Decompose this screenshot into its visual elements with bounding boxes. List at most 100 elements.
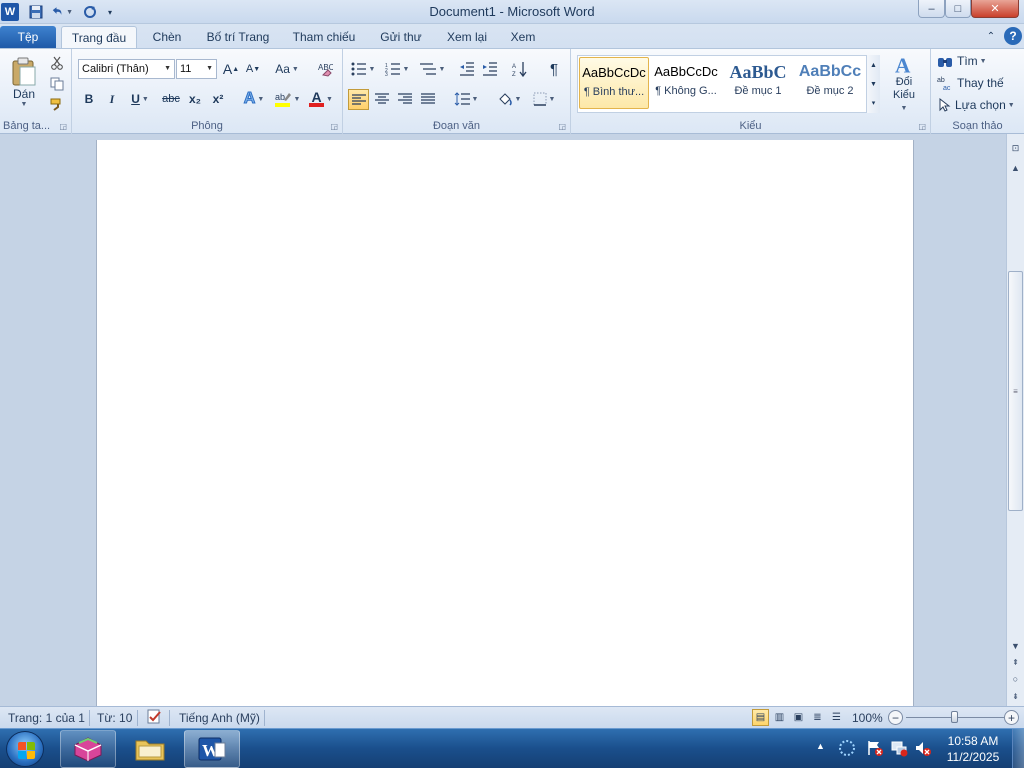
styles-scroll: ▲ ▼ ▾ bbox=[866, 55, 880, 113]
show-hidden-icons-icon[interactable]: ▲ bbox=[816, 741, 825, 751]
minimize-ribbon-icon[interactable]: ⌃ bbox=[982, 26, 1000, 48]
strikethrough-button[interactable]: abc bbox=[160, 89, 182, 109]
system-clock[interactable]: 10:58 AM 11/2/2025 bbox=[938, 733, 1008, 765]
align-center-icon[interactable] bbox=[372, 89, 392, 109]
paste-button[interactable]: Dán ▼ bbox=[6, 53, 42, 111]
tab-references[interactable]: Tham chiếu bbox=[286, 26, 362, 48]
scroll-down-icon[interactable]: ▼ bbox=[1007, 638, 1024, 654]
action-center-icon[interactable] bbox=[866, 739, 884, 760]
gallery-up-icon[interactable]: ▲ bbox=[867, 56, 880, 74]
network-status-icon[interactable] bbox=[838, 739, 856, 760]
draft-view-icon[interactable]: ☰ bbox=[828, 709, 845, 726]
style-name: Đề mục 2 bbox=[806, 85, 854, 97]
print-layout-view-icon[interactable]: ▤ bbox=[752, 709, 769, 726]
show-formatting-marks-button[interactable]: ¶ bbox=[544, 59, 564, 79]
font-color-icon: A bbox=[309, 90, 325, 107]
document-page[interactable] bbox=[96, 140, 914, 706]
cut-icon[interactable] bbox=[48, 53, 66, 73]
sort-icon[interactable]: AZ bbox=[510, 59, 530, 79]
full-screen-reading-view-icon[interactable]: ▥ bbox=[771, 709, 788, 726]
zoom-slider-thumb[interactable] bbox=[951, 711, 958, 723]
proofing-icon[interactable] bbox=[146, 709, 164, 728]
change-styles-button[interactable]: A Đổi Kiểu ▼ bbox=[885, 53, 923, 115]
align-right-icon[interactable] bbox=[395, 89, 415, 109]
shading-button[interactable]: ▼ bbox=[494, 89, 524, 109]
language[interactable]: Tiếng Anh (Mỹ) bbox=[179, 711, 260, 725]
close-button[interactable]: ✕ bbox=[971, 0, 1019, 18]
format-painter-icon[interactable] bbox=[48, 95, 66, 115]
numbering-button[interactable]: 1 2 3 ▼ bbox=[382, 59, 412, 79]
font-name-combo[interactable]: Calibri (Thân) ▼ bbox=[78, 59, 175, 79]
style-normal[interactable]: AaBbCcDc ¶ Bình thư... bbox=[579, 57, 649, 109]
previous-page-icon[interactable]: ⇞ bbox=[1007, 654, 1024, 670]
maximize-button[interactable]: □ bbox=[945, 0, 971, 18]
multilevel-list-button[interactable]: ▼ bbox=[417, 59, 447, 79]
start-button[interactable] bbox=[6, 731, 44, 767]
zoom-in-icon[interactable]: + bbox=[1004, 710, 1019, 725]
maximize-icon: □ bbox=[954, 2, 962, 15]
increase-indent-icon[interactable] bbox=[480, 59, 500, 79]
borders-button[interactable]: ▼ bbox=[529, 89, 559, 109]
shrink-font-button[interactable]: A ▼ bbox=[244, 59, 262, 79]
volume-icon[interactable] bbox=[914, 739, 932, 760]
italic-button[interactable]: I bbox=[103, 89, 121, 109]
taskbar-app-button[interactable] bbox=[60, 730, 116, 768]
gallery-more-icon[interactable]: ▾ bbox=[867, 94, 880, 112]
tab-insert[interactable]: Chèn bbox=[143, 26, 191, 48]
text-effects-button[interactable]: A ▼ bbox=[240, 89, 268, 109]
tab-mailings[interactable]: Gửi thư bbox=[372, 26, 430, 48]
zoom-out-icon[interactable]: − bbox=[888, 710, 903, 725]
tab-review[interactable]: Xem lại bbox=[440, 26, 494, 48]
justify-icon[interactable] bbox=[418, 89, 438, 109]
page-count[interactable]: Trang: 1 của 1 bbox=[8, 711, 85, 725]
tab-file[interactable]: Tệp bbox=[0, 26, 56, 48]
minimize-button[interactable]: – bbox=[918, 0, 945, 18]
bullets-button[interactable]: ▼ bbox=[349, 59, 377, 79]
web-layout-view-icon[interactable]: ▣ bbox=[790, 709, 807, 726]
bold-button[interactable]: B bbox=[80, 89, 98, 109]
select-browse-object-icon[interactable]: ○ bbox=[1007, 671, 1024, 687]
show-desktop-button[interactable] bbox=[1012, 729, 1024, 768]
replace-button[interactable]: ab ac Thay thế bbox=[937, 73, 1019, 93]
superscript-button[interactable]: x² bbox=[209, 89, 227, 109]
next-page-icon[interactable]: ⇟ bbox=[1007, 688, 1024, 704]
style-heading-2[interactable]: AaBbCc Đề mục 2 bbox=[795, 57, 865, 109]
line-spacing-button[interactable]: ▼ bbox=[451, 89, 481, 109]
highlight-button[interactable]: ab ▼ bbox=[272, 89, 302, 109]
ruler-toggle-icon[interactable]: ⊡ bbox=[1007, 140, 1024, 156]
network-icon[interactable] bbox=[890, 739, 908, 760]
outline-view-icon[interactable]: ≣ bbox=[809, 709, 826, 726]
clipboard-launcher-icon[interactable]: ◲ bbox=[59, 122, 67, 131]
paragraph-launcher-icon[interactable]: ◲ bbox=[558, 122, 566, 131]
subscript-button[interactable]: x₂ bbox=[186, 89, 204, 109]
font-size-combo[interactable]: 11 ▼ bbox=[176, 59, 217, 79]
underline-button[interactable]: U ▼ bbox=[126, 89, 154, 109]
taskbar-explorer-button[interactable] bbox=[122, 730, 178, 768]
style-no-spacing[interactable]: AaBbCcDc ¶ Không G... bbox=[651, 57, 721, 109]
tab-page-layout[interactable]: Bố trí Trang bbox=[199, 26, 277, 48]
font-color-button[interactable]: A ▼ bbox=[306, 89, 336, 109]
vertical-scrollbar[interactable]: ⊡ ▲ ≡ ▼ ⇞ ○ ⇟ bbox=[1006, 134, 1024, 706]
styles-launcher-icon[interactable]: ◲ bbox=[918, 122, 926, 131]
select-button[interactable]: Lựa chọn ▼ bbox=[937, 95, 1023, 115]
scroll-up-icon[interactable]: ▲ bbox=[1007, 160, 1024, 176]
align-left-button[interactable] bbox=[348, 89, 369, 110]
copy-icon[interactable] bbox=[48, 74, 66, 94]
grow-font-button[interactable]: A ▲ bbox=[222, 59, 240, 79]
multilevel-list-icon bbox=[419, 63, 436, 75]
decrease-indent-icon[interactable] bbox=[457, 59, 477, 79]
font-launcher-icon[interactable]: ◲ bbox=[330, 122, 338, 131]
paste-label: Dán bbox=[12, 86, 35, 101]
taskbar-word-button[interactable]: W bbox=[184, 730, 240, 768]
zoom-level[interactable]: 100% bbox=[852, 711, 883, 725]
change-case-button[interactable]: Aa ▼ bbox=[273, 59, 301, 79]
gallery-down-icon[interactable]: ▼ bbox=[867, 75, 880, 93]
word-count[interactable]: Từ: 10 bbox=[97, 711, 132, 725]
scroll-thumb[interactable]: ≡ bbox=[1008, 271, 1023, 511]
find-button[interactable]: Tìm ▼ bbox=[937, 51, 1017, 71]
help-icon[interactable]: ? bbox=[1004, 27, 1022, 45]
tab-view[interactable]: Xem bbox=[503, 26, 543, 48]
style-heading-1[interactable]: AaBbC Đề mục 1 bbox=[723, 57, 793, 109]
clear-formatting-icon[interactable]: ABC bbox=[314, 59, 336, 79]
tab-home[interactable]: Trang đầu bbox=[61, 26, 137, 48]
